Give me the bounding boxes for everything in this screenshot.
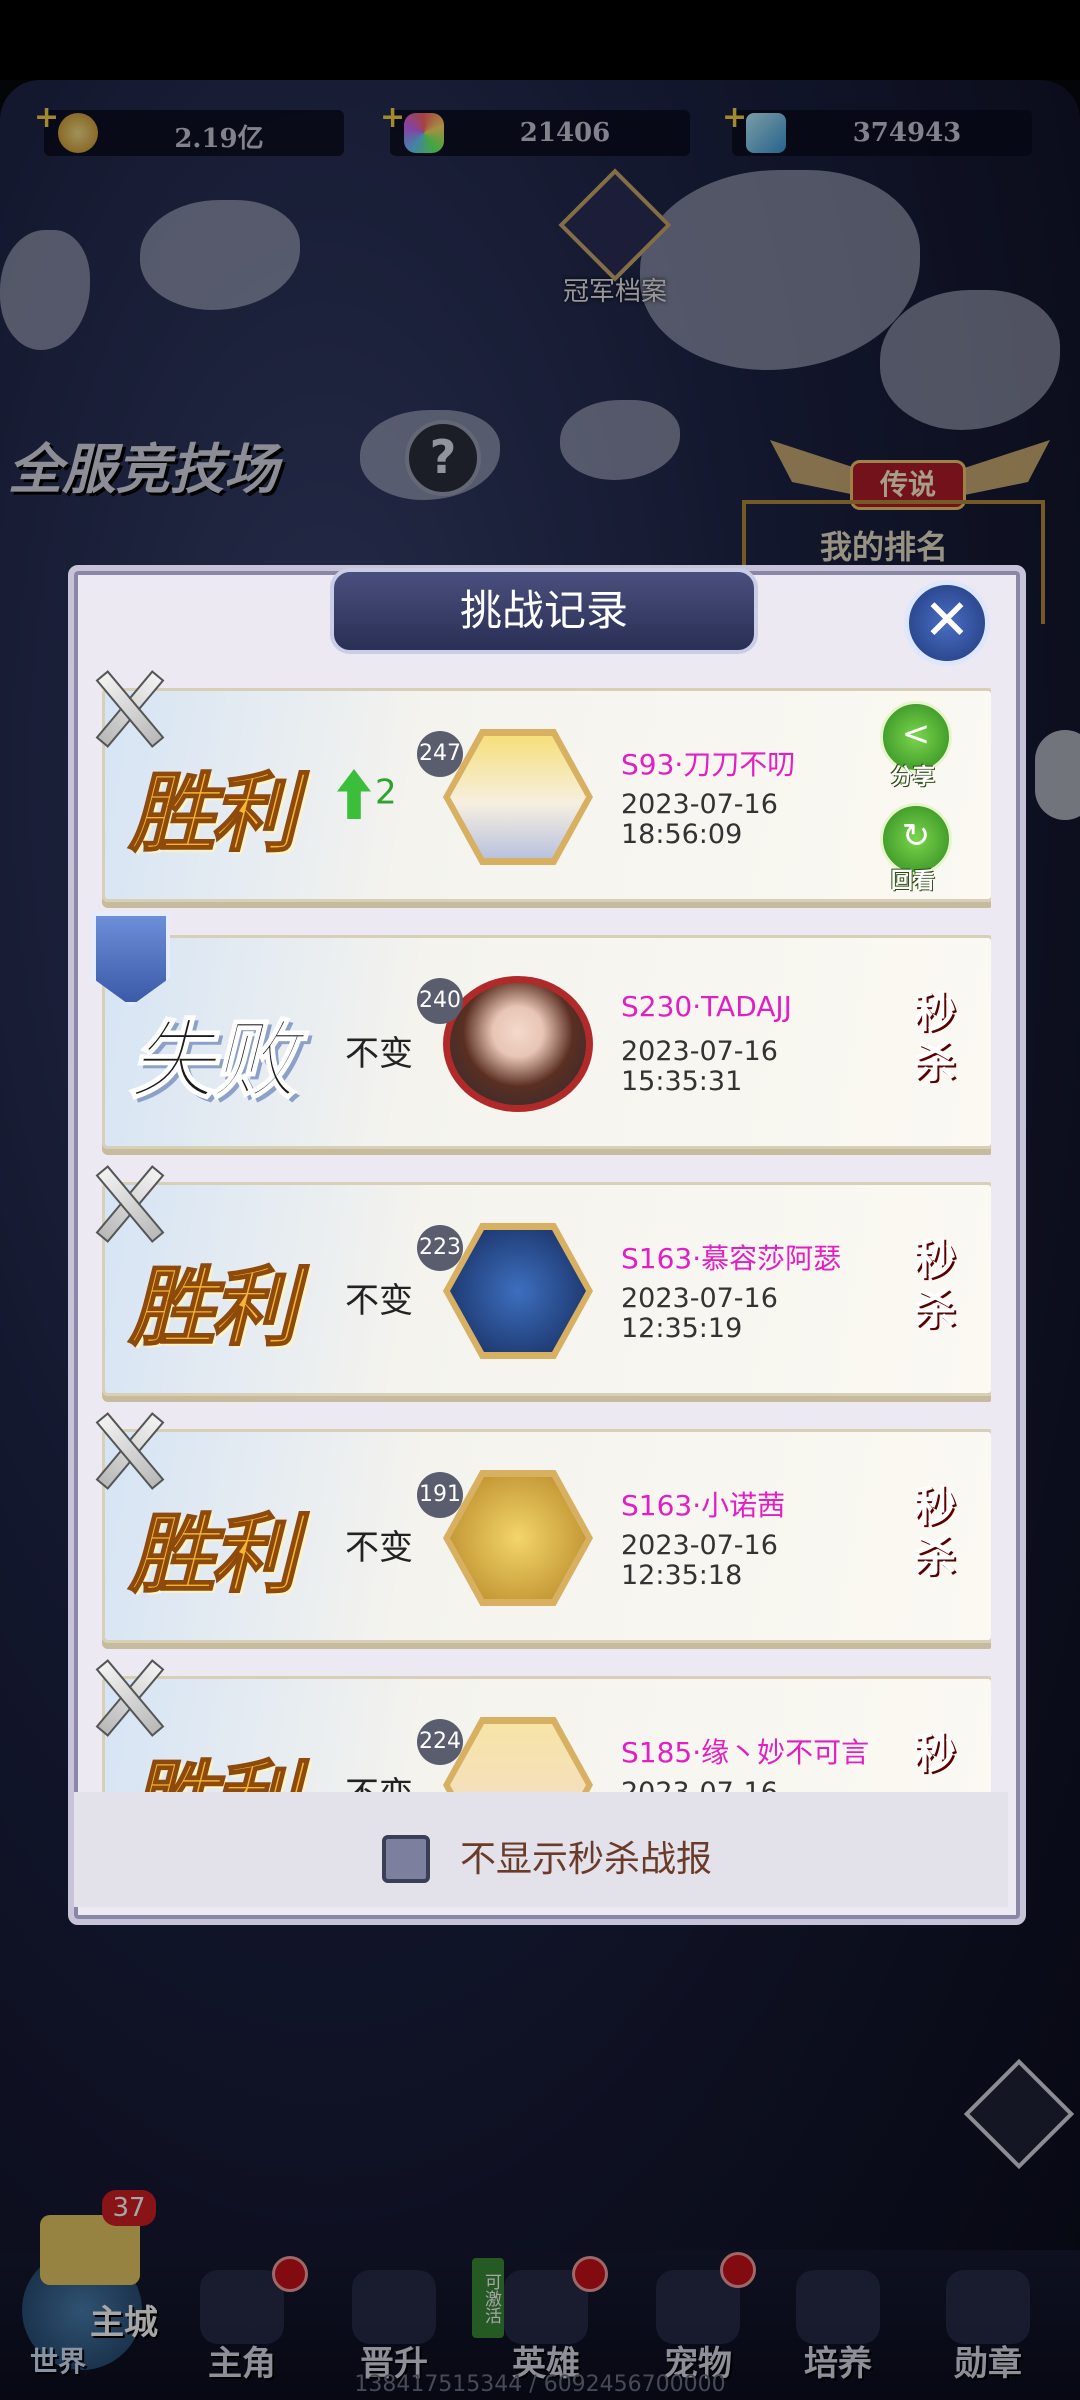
record-item: 胜利 不变 191 S163·小诺茜 2023-07-16 12:35:18 秒… [102, 1429, 991, 1643]
battle-date: 2023-07-16 [621, 1036, 778, 1067]
record-list[interactable]: 胜利 2 247 S93·刀刀不叨 2023-07-16 18:56:09 < … [96, 680, 991, 1792]
rank-change-value: 不变 [345, 1528, 413, 1568]
share-icon: < [901, 714, 931, 754]
record-item: 胜利 不变 223 S163·慕容莎阿瑟 2023-07-16 12:35:19… [102, 1182, 991, 1396]
crossed-swords-icon [82, 1160, 174, 1243]
status-bar [0, 0, 1080, 80]
replay-label: 回看 [890, 869, 935, 894]
rank-up-arrow-icon [337, 769, 371, 819]
crossed-swords-icon [82, 1407, 174, 1490]
opponent-level: 224 [417, 1719, 463, 1765]
battle-date: 2023-07-16 [621, 789, 778, 820]
rank-change-value: 2 [375, 772, 397, 813]
result-text: 胜利 [128, 1256, 298, 1359]
opponent-level: 223 [417, 1225, 463, 1271]
opponent-avatar[interactable] [443, 1223, 593, 1359]
opponent-avatar[interactable] [443, 1470, 593, 1606]
share-label: 分享 [890, 765, 935, 790]
record-item: 失败 不变 240 S230·TADAJJ 2023-07-16 15:35:3… [102, 935, 991, 1149]
rank-change: 2 [337, 769, 397, 819]
crossed-swords-icon [82, 665, 174, 748]
battle-date: 2023-07-16 [621, 1777, 778, 1792]
opponent-level: 247 [417, 731, 463, 777]
seckill-badge: 秒 [865, 1713, 991, 1792]
battle-time: 15:35:31 [621, 1066, 743, 1097]
record-item: 胜利 不变 224 S185·缘丶妙不可言 2023-07-16 秒 [102, 1676, 991, 1792]
close-button[interactable]: ✕ [904, 580, 990, 666]
battle-time: 12:35:18 [621, 1560, 743, 1591]
opponent-name: S93·刀刀不叨 [621, 748, 796, 781]
seckill-badge: 秒杀 [865, 972, 991, 1114]
result-text: 胜利 [128, 762, 298, 865]
opponent-avatar[interactable] [443, 1717, 593, 1792]
seckill-badge: 秒杀 [865, 1219, 991, 1361]
result-text: 胜利 [128, 1503, 298, 1606]
battle-time: 12:35:19 [621, 1313, 743, 1344]
opponent-avatar[interactable] [443, 729, 593, 865]
opponent-name: S230·TADAJJ [621, 990, 792, 1023]
hide-seckill-label[interactable]: 不显示秒杀战报 [460, 1830, 712, 1882]
seckill-label: 秒杀 [913, 988, 956, 1087]
crossed-swords-icon [82, 1654, 174, 1737]
opponent-name: S163·小诺茜 [621, 1489, 786, 1522]
seckill-badge: 秒杀 [865, 1466, 991, 1608]
rank-change-value: 不变 [345, 1767, 413, 1792]
seckill-label: 秒杀 [913, 1235, 956, 1334]
seckill-label: 秒 [913, 1729, 956, 1778]
battle-time: 18:56:09 [621, 819, 743, 850]
record-item: 胜利 2 247 S93·刀刀不叨 2023-07-16 18:56:09 < … [102, 688, 991, 902]
rank-change-value: 不变 [345, 1281, 413, 1321]
battle-date: 2023-07-16 [621, 1530, 778, 1561]
opponent-level: 191 [417, 1472, 463, 1518]
battle-date: 2023-07-16 [621, 1283, 778, 1314]
modal-title: 挑战记录 [330, 568, 758, 654]
seckill-label: 秒杀 [913, 1482, 956, 1581]
rank-change-value: 不变 [345, 1034, 413, 1074]
replay-icon: ↻ [901, 816, 931, 856]
opponent-avatar[interactable] [443, 976, 593, 1112]
result-text: 胜利 [128, 1731, 298, 1792]
result-text: 失败 [128, 1009, 298, 1112]
opponent-level: 240 [417, 978, 463, 1024]
opponent-name: S185·缘丶妙不可言 [621, 1736, 870, 1769]
hide-seckill-checkbox[interactable] [382, 1835, 430, 1883]
opponent-name: S163·慕容莎阿瑟 [621, 1242, 842, 1275]
